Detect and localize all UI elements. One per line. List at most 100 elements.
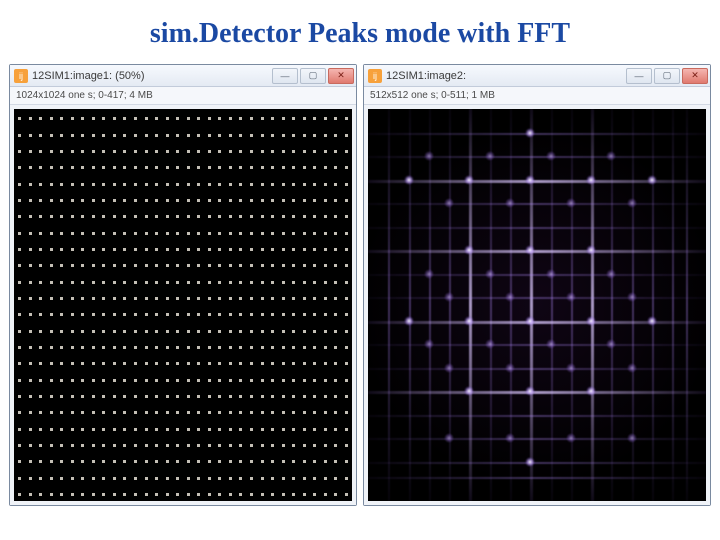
peak-dot bbox=[145, 362, 148, 365]
peak-dot bbox=[166, 346, 169, 349]
peak-dot bbox=[166, 232, 169, 235]
peaks-row bbox=[14, 411, 352, 414]
peak-dot bbox=[155, 183, 158, 186]
peak-dot bbox=[50, 215, 53, 218]
fft-vertical-streak bbox=[551, 109, 553, 501]
peak-dot bbox=[176, 248, 179, 251]
peak-dot bbox=[123, 362, 126, 365]
peak-dot bbox=[218, 232, 221, 235]
peak-dot bbox=[60, 362, 63, 365]
peaks-image[interactable] bbox=[14, 109, 352, 501]
peak-dot bbox=[250, 395, 253, 398]
peak-dot bbox=[271, 248, 274, 251]
peak-dot bbox=[92, 346, 95, 349]
titlebar-fft[interactable]: ij 12SIM1:image2: — ▢ ✕ bbox=[364, 65, 710, 87]
peak-dot bbox=[18, 264, 21, 267]
peak-dot bbox=[313, 281, 316, 284]
peak-dot bbox=[239, 428, 242, 431]
peak-dot bbox=[334, 248, 337, 251]
peak-dot bbox=[134, 395, 137, 398]
peak-dot bbox=[282, 444, 285, 447]
peak-dot bbox=[271, 264, 274, 267]
peak-dot bbox=[239, 460, 242, 463]
peak-dot bbox=[81, 362, 84, 365]
peak-dot bbox=[239, 264, 242, 267]
fft-image[interactable] bbox=[368, 109, 706, 501]
peak-dot bbox=[239, 346, 242, 349]
peak-dot bbox=[239, 477, 242, 480]
fft-peak-bright bbox=[464, 175, 474, 185]
peak-dot bbox=[292, 150, 295, 153]
peak-dot bbox=[345, 477, 348, 480]
peak-dot bbox=[229, 313, 232, 316]
peak-dot bbox=[176, 379, 179, 382]
peak-dot bbox=[134, 493, 137, 496]
peak-dot bbox=[123, 281, 126, 284]
peak-dot bbox=[229, 362, 232, 365]
fft-peak-dim bbox=[546, 339, 556, 349]
peak-dot bbox=[113, 444, 116, 447]
peak-dot bbox=[134, 444, 137, 447]
peak-dot bbox=[145, 215, 148, 218]
peak-dot bbox=[102, 183, 105, 186]
peaks-row bbox=[14, 297, 352, 300]
peak-dot bbox=[155, 248, 158, 251]
peak-dot bbox=[155, 330, 158, 333]
peak-dot bbox=[145, 117, 148, 120]
peak-dot bbox=[303, 493, 306, 496]
peak-dot bbox=[166, 166, 169, 169]
peak-dot bbox=[282, 150, 285, 153]
peak-dot bbox=[345, 330, 348, 333]
fft-peak-dim bbox=[424, 339, 434, 349]
peak-dot bbox=[29, 346, 32, 349]
peak-dot bbox=[71, 477, 74, 480]
peak-dot bbox=[187, 248, 190, 251]
peak-dot bbox=[229, 281, 232, 284]
fft-vertical-streak bbox=[409, 109, 411, 501]
peak-dot bbox=[250, 215, 253, 218]
peak-dot bbox=[271, 183, 274, 186]
peak-dot bbox=[292, 313, 295, 316]
peak-dot bbox=[39, 264, 42, 267]
peak-dot bbox=[334, 477, 337, 480]
peak-dot bbox=[123, 183, 126, 186]
peak-dot bbox=[229, 183, 232, 186]
peak-dot bbox=[271, 460, 274, 463]
close-button[interactable]: ✕ bbox=[682, 68, 708, 84]
peak-dot bbox=[145, 281, 148, 284]
peak-dot bbox=[113, 134, 116, 137]
peak-dot bbox=[166, 248, 169, 251]
maximize-button[interactable]: ▢ bbox=[654, 68, 680, 84]
titlebar-peaks[interactable]: ij 12SIM1:image1: (50%) — ▢ ✕ bbox=[10, 65, 356, 87]
peak-dot bbox=[155, 444, 158, 447]
peak-dot bbox=[239, 117, 242, 120]
peak-dot bbox=[345, 313, 348, 316]
peak-dot bbox=[282, 248, 285, 251]
peak-dot bbox=[313, 199, 316, 202]
maximize-button[interactable]: ▢ bbox=[300, 68, 326, 84]
peak-dot bbox=[229, 264, 232, 267]
peak-dot bbox=[187, 411, 190, 414]
peak-dot bbox=[239, 362, 242, 365]
fft-peak-bright bbox=[525, 316, 535, 326]
peak-dot bbox=[292, 199, 295, 202]
peak-dot bbox=[29, 395, 32, 398]
peak-dot bbox=[71, 346, 74, 349]
peak-dot bbox=[303, 215, 306, 218]
close-button[interactable]: ✕ bbox=[328, 68, 354, 84]
peak-dot bbox=[282, 215, 285, 218]
peak-dot bbox=[187, 232, 190, 235]
peak-dot bbox=[208, 411, 211, 414]
peak-dot bbox=[313, 297, 316, 300]
peak-dot bbox=[92, 264, 95, 267]
peak-dot bbox=[313, 493, 316, 496]
peaks-row bbox=[14, 330, 352, 333]
minimize-button[interactable]: — bbox=[272, 68, 298, 84]
peaks-row bbox=[14, 313, 352, 316]
peak-dot bbox=[123, 313, 126, 316]
peak-dot bbox=[155, 264, 158, 267]
minimize-button[interactable]: — bbox=[626, 68, 652, 84]
peak-dot bbox=[166, 428, 169, 431]
peak-dot bbox=[292, 166, 295, 169]
fft-horizontal-streak bbox=[368, 297, 706, 299]
